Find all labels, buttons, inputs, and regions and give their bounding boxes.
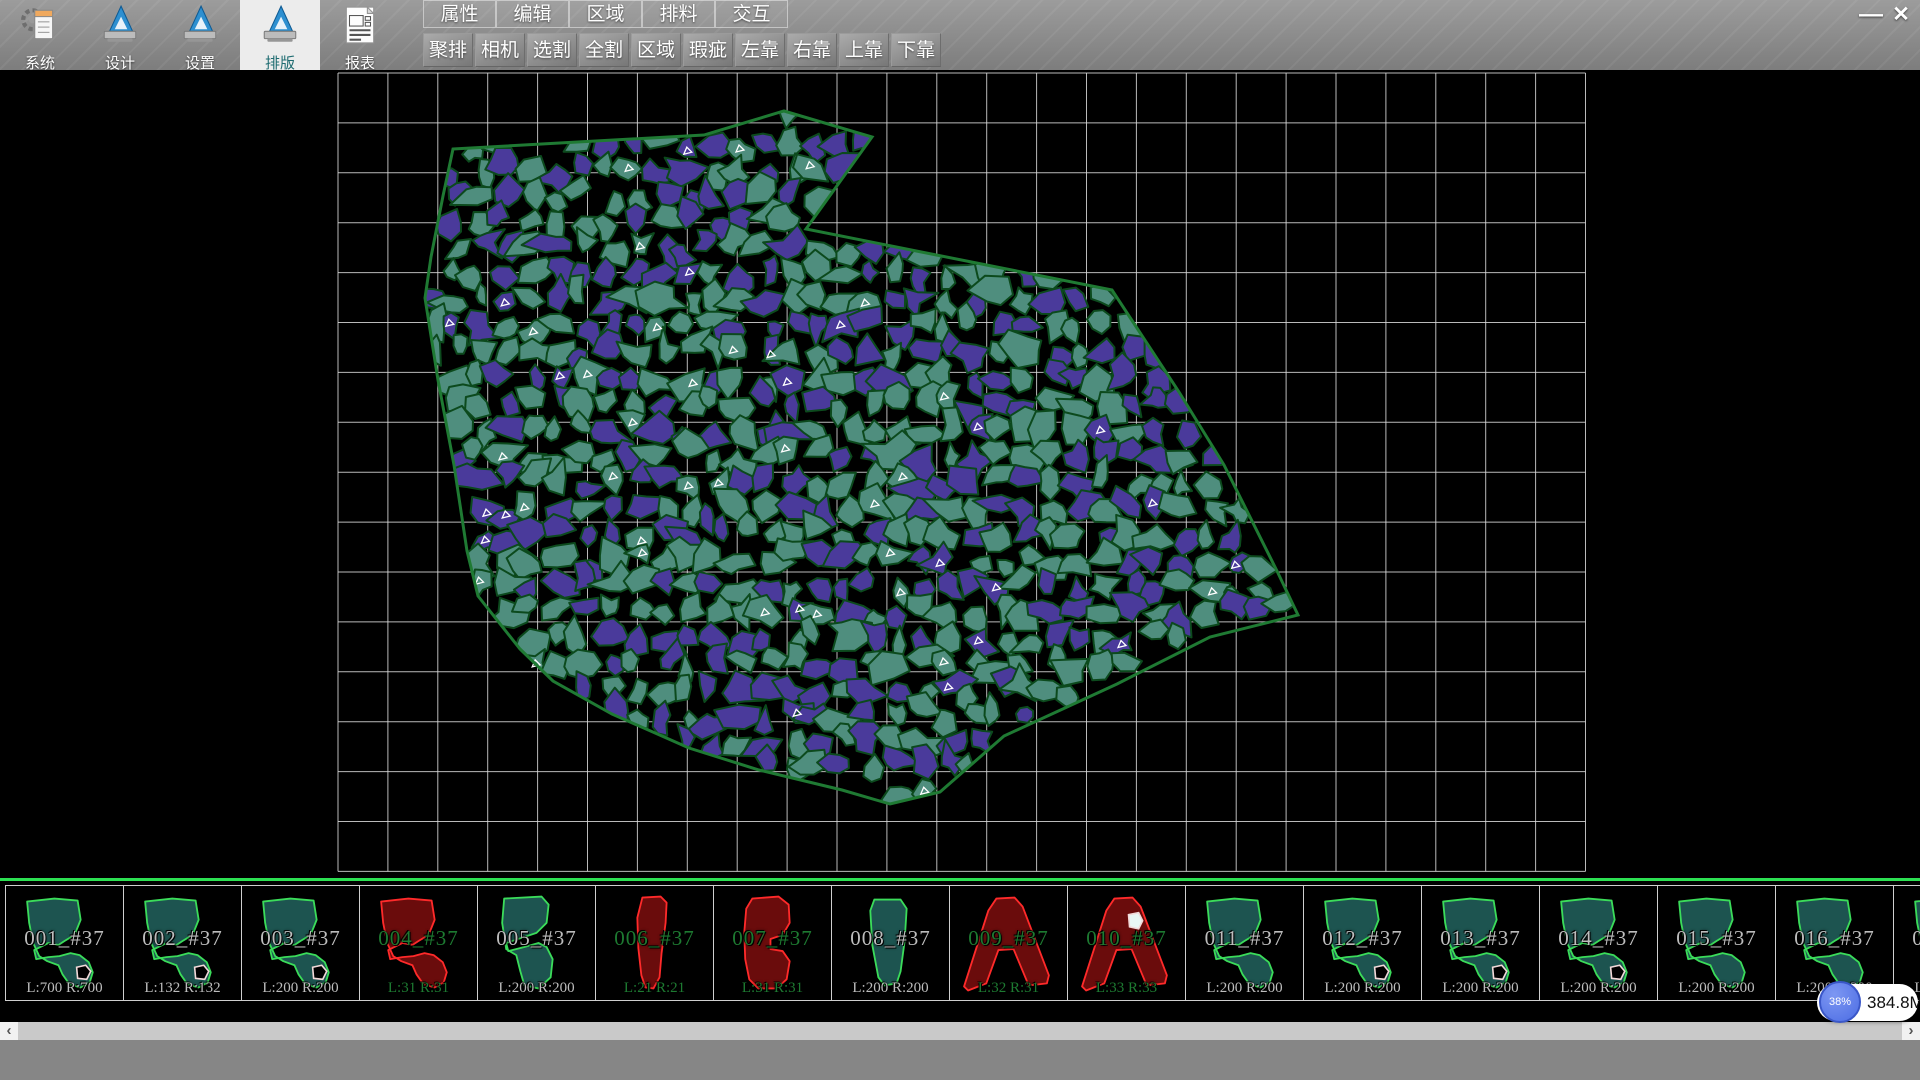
tool-button-cut-all[interactable]: 全割 bbox=[579, 33, 629, 67]
download-badge[interactable]: 38% 384.8M bbox=[1817, 984, 1918, 1021]
piece-lr-count: L:200 R:200 bbox=[242, 980, 359, 997]
piece-lr-count: L:200 R:200 bbox=[832, 980, 949, 997]
piece-id-label: 006_#37 bbox=[596, 926, 713, 951]
piece-thumbnail-014_#37[interactable]: 014_#37 L:200 R:200 bbox=[1539, 885, 1658, 1001]
status-bar bbox=[0, 1040, 1920, 1080]
piece-thumbnail-011_#37[interactable]: 011_#37 L:200 R:200 bbox=[1185, 885, 1304, 1001]
tool-button-cluster-nest[interactable]: 聚排 bbox=[423, 33, 473, 67]
piece-id-label: 007_#37 bbox=[714, 926, 831, 951]
app-switcher: 系统 设计 设置 排版 报表 bbox=[0, 0, 400, 70]
tool-button-camera[interactable]: 相机 bbox=[475, 33, 525, 67]
piece-thumbnail-006_#37[interactable]: 006_#37 L:21 R:21 bbox=[595, 885, 714, 1001]
piece-id-label: 008_#37 bbox=[832, 926, 949, 951]
piece-thumbnail-007_#37[interactable]: 007_#37 L:31 R:31 bbox=[713, 885, 832, 1001]
menu-area: 属性编辑区域排料交互 聚排相机选割全割区域瑕疵左靠右靠上靠下靠 bbox=[423, 0, 943, 67]
app-button-system[interactable]: 系统 bbox=[0, 0, 80, 70]
app-button-design[interactable]: 设计 bbox=[80, 0, 160, 70]
piece-thumbnail-010_#37[interactable]: 010_#37 L:33 R:33 bbox=[1067, 885, 1186, 1001]
piece-id-label: 009_#37 bbox=[950, 926, 1067, 951]
piece-thumbnail-001_#37[interactable]: 001_#37 L:700 R:700 bbox=[5, 885, 124, 1001]
piece-lr-count: L:132 R:132 bbox=[124, 980, 241, 997]
nested-pieces bbox=[415, 106, 1296, 811]
menu-tab-properties[interactable]: 属性 bbox=[423, 0, 496, 28]
tool-button-snap-top[interactable]: 上靠 bbox=[839, 33, 889, 67]
app-button-label: 设置 bbox=[185, 52, 215, 73]
menu-tab-interaction[interactable]: 交互 bbox=[715, 0, 788, 28]
design-ruler-icon bbox=[99, 4, 141, 51]
piece-lr-count: L:31 R:31 bbox=[714, 980, 831, 997]
nesting-app-window: { "window": {"minimize_glyph": "—", "clo… bbox=[0, 0, 1920, 1080]
app-button-label: 报表 bbox=[345, 52, 375, 73]
badge-size-label: 384.8M bbox=[1867, 984, 1920, 1021]
piece-thumbnail-008_#37[interactable]: 008_#37 L:200 R:200 bbox=[831, 885, 950, 1001]
piece-thumbnail-004_#37[interactable]: 004_#37 L:31 R:31 bbox=[359, 885, 478, 1001]
app-button-layout[interactable]: 排版 bbox=[240, 0, 320, 70]
app-button-label: 排版 bbox=[265, 52, 295, 73]
piece-thumbnail-strip: 001_#37L:700 R:700002_#37L:132 R:132003_… bbox=[0, 885, 1920, 1001]
piece-lr-count: L:200 R:200 bbox=[1304, 980, 1421, 997]
piece-id-label: 001_#37 bbox=[6, 926, 123, 951]
menu-tab-edit[interactable]: 编辑 bbox=[496, 0, 569, 28]
tool-button-select-cut[interactable]: 选割 bbox=[527, 33, 577, 67]
horizontal-scrollbar[interactable]: ‹ › bbox=[0, 1022, 1920, 1040]
piece-lr-count: L:21 R:21 bbox=[596, 980, 713, 997]
piece-id-label: 003_#37 bbox=[242, 926, 359, 951]
piece-id-label: 005_#37 bbox=[478, 926, 595, 951]
piece-id-label: 017_#37 bbox=[1894, 926, 1920, 951]
piece-id-label: 016_#37 bbox=[1776, 926, 1893, 951]
tool-button-snap-right[interactable]: 右靠 bbox=[787, 33, 837, 67]
piece-id-label: 004_#37 bbox=[360, 926, 477, 951]
menu-tab-row: 属性编辑区域排料交互 bbox=[423, 0, 943, 30]
strip-divider-line bbox=[0, 878, 1920, 881]
piece-thumbnail-002_#37[interactable]: 002_#37 L:132 R:132 bbox=[123, 885, 242, 1001]
piece-thumbnail-009_#37[interactable]: 009_#37 L:32 R:31 bbox=[949, 885, 1068, 1001]
settings-ruler-icon bbox=[179, 4, 221, 51]
menu-tab-region[interactable]: 区域 bbox=[569, 0, 642, 28]
piece-lr-count: L:200 R:200 bbox=[1658, 980, 1775, 997]
app-button-label: 设计 bbox=[105, 52, 135, 73]
piece-lr-count: L:200 R:200 bbox=[478, 980, 595, 997]
app-button-label: 系统 bbox=[25, 52, 55, 73]
tool-button-snap-left[interactable]: 左靠 bbox=[735, 33, 785, 67]
tool-button-snap-bottom[interactable]: 下靠 bbox=[891, 33, 941, 67]
piece-lr-count: L:700 R:700 bbox=[6, 980, 123, 997]
piece-thumbnail-003_#37[interactable]: 003_#37 L:200 R:200 bbox=[241, 885, 360, 1001]
app-button-report[interactable]: 报表 bbox=[320, 0, 400, 70]
piece-lr-count: L:200 R:200 bbox=[1540, 980, 1657, 997]
layout-ruler-icon bbox=[259, 4, 301, 51]
piece-lr-count: L:200 R:200 bbox=[1186, 980, 1303, 997]
piece-id-label: 011_#37 bbox=[1186, 926, 1303, 951]
scroll-left-button[interactable]: ‹ bbox=[0, 1022, 18, 1040]
piece-thumbnail-012_#37[interactable]: 012_#37 L:200 R:200 bbox=[1303, 885, 1422, 1001]
tool-button-row: 聚排相机选割全割区域瑕疵左靠右靠上靠下靠 bbox=[423, 33, 943, 67]
piece-id-label: 002_#37 bbox=[124, 926, 241, 951]
piece-id-label: 015_#37 bbox=[1658, 926, 1775, 951]
piece-thumbnail-015_#37[interactable]: 015_#37 L:200 R:200 bbox=[1657, 885, 1776, 1001]
progress-circle: 38% bbox=[1819, 981, 1861, 1023]
system-gear-icon bbox=[19, 4, 61, 51]
report-doc-icon bbox=[339, 4, 381, 51]
piece-id-label: 013_#37 bbox=[1422, 926, 1539, 951]
piece-thumbnail-005_#37[interactable]: 005_#37 L:200 R:200 bbox=[477, 885, 596, 1001]
window-controls: — ✕ bbox=[1856, 2, 1916, 30]
piece-lr-count: L:200 R:200 bbox=[1422, 980, 1539, 997]
piece-lr-count: L:31 R:31 bbox=[360, 980, 477, 997]
minimize-button[interactable]: — bbox=[1856, 2, 1886, 30]
tool-button-defect[interactable]: 瑕疵 bbox=[683, 33, 733, 67]
scroll-right-button[interactable]: › bbox=[1902, 1022, 1920, 1040]
app-button-settings[interactable]: 设置 bbox=[160, 0, 240, 70]
piece-thumbnail-013_#37[interactable]: 013_#37 L:200 R:200 bbox=[1421, 885, 1540, 1001]
main-toolbar: 系统设计设置排版报表 属性编辑区域排料交互 聚排相机选割全割区域瑕疵左靠右靠上靠… bbox=[0, 0, 1920, 71]
piece-id-label: 010_#37 bbox=[1068, 926, 1185, 951]
piece-id-label: 014_#37 bbox=[1540, 926, 1657, 951]
piece-lr-count: L:33 R:33 bbox=[1068, 980, 1185, 997]
menu-tab-nesting[interactable]: 排料 bbox=[642, 0, 715, 28]
piece-lr-count: L:32 R:31 bbox=[950, 980, 1067, 997]
close-button[interactable]: ✕ bbox=[1886, 2, 1916, 30]
tool-button-zone[interactable]: 区域 bbox=[631, 33, 681, 67]
piece-id-label: 012_#37 bbox=[1304, 926, 1421, 951]
